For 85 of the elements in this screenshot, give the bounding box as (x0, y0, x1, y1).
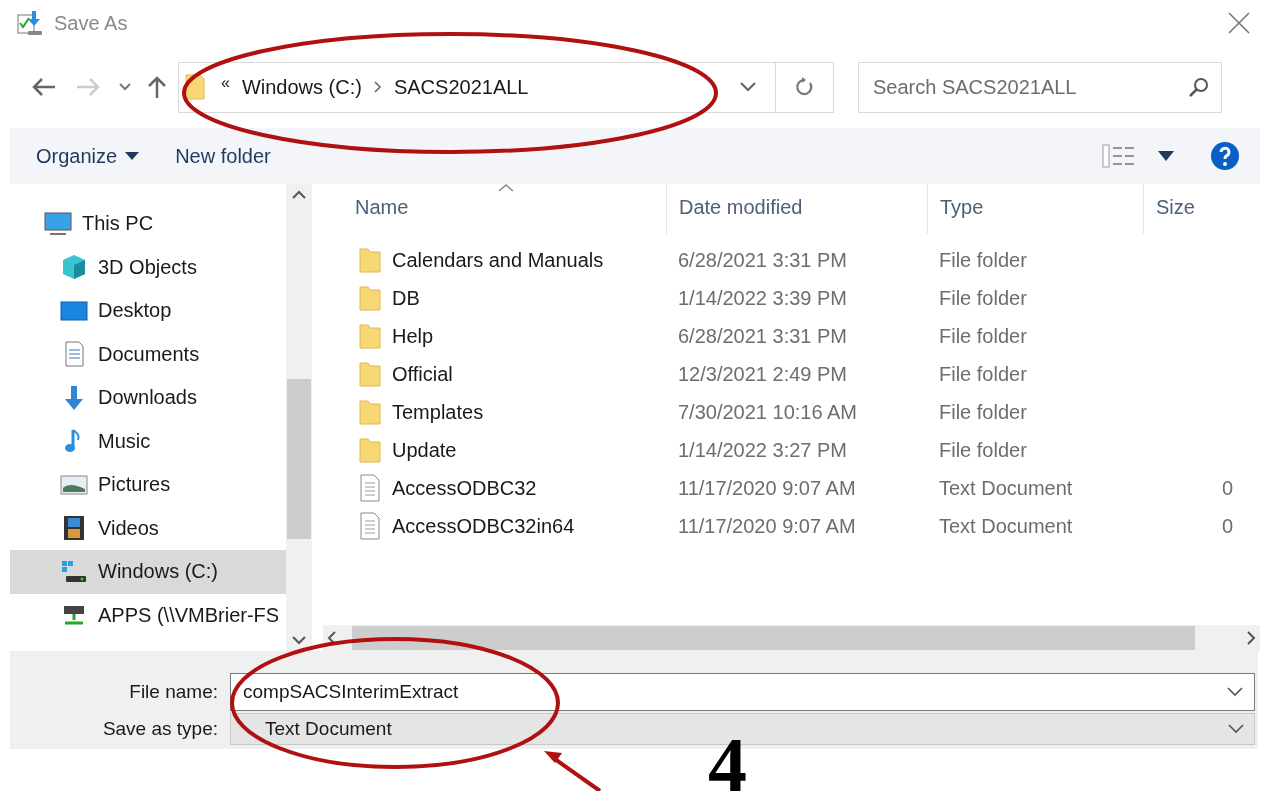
type-cell-text: File folder (938, 400, 1028, 424)
refresh-button[interactable] (776, 61, 834, 113)
sidebar-item[interactable]: 3D Objects (10, 245, 286, 289)
file-name-cell[interactable]: Update (323, 436, 666, 464)
view-options-icon[interactable] (1102, 144, 1136, 168)
column-header[interactable]: Date modified (666, 184, 927, 234)
chevron-down-icon (119, 83, 131, 91)
sidebar-item[interactable]: Downloads (10, 376, 286, 420)
arrow-left-icon (31, 77, 57, 97)
cube-icon (60, 253, 88, 282)
sidebar-item[interactable]: Documents (10, 332, 286, 376)
document-icon (358, 512, 382, 540)
column-header[interactable]: Size (1143, 184, 1260, 234)
arrow-up-icon (147, 75, 167, 99)
size-cell-text: 0 (1221, 476, 1235, 500)
help-icon[interactable] (1210, 141, 1240, 171)
arrow-right-icon (75, 77, 101, 97)
file-name-cell[interactable]: Templates (323, 398, 666, 426)
chevron-right-icon[interactable] (1246, 631, 1256, 645)
date-cell-text: 11/17/2020 9:07 AM (677, 514, 857, 538)
chevron-left-icon[interactable] (327, 631, 337, 645)
chevron-down-icon[interactable] (292, 635, 306, 645)
refresh-icon (794, 76, 815, 98)
toolbar-button[interactable]: New folder (175, 144, 271, 168)
field-label: File name: (128, 681, 218, 704)
date-cell-text: 6/28/2021 3:31 PM (677, 324, 848, 348)
size-cell-text: 0 (1221, 514, 1235, 538)
sidebar-item[interactable]: Pictures (10, 463, 286, 507)
file-name-cell[interactable]: Help (323, 322, 666, 350)
type-cell-text: File folder (938, 438, 1028, 462)
search-field[interactable]: Search SACS2021ALL (858, 61, 1222, 113)
monitor-icon (44, 209, 72, 238)
column-header[interactable]: Name (323, 184, 666, 234)
file-name-cell[interactable]: Calendars and Manuals (323, 246, 666, 274)
save-icon (16, 9, 44, 37)
folder-icon (358, 246, 382, 274)
type-cell-text: File folder (938, 362, 1028, 386)
sidebar-item[interactable]: Music (10, 419, 286, 463)
file-name-field[interactable]: compSACSInterimExtract (230, 673, 1255, 711)
chevron-down-icon[interactable] (1227, 687, 1243, 697)
scrollbar[interactable] (286, 184, 312, 651)
chevron-right-icon (373, 81, 382, 93)
date-cell-text: 1/14/2022 3:39 PM (677, 286, 848, 310)
file-name-cell[interactable]: AccessODBC32in64 (323, 512, 666, 540)
type-cell-text: File folder (938, 286, 1028, 310)
search-icon (1188, 75, 1210, 98)
overflow-chevron[interactable]: « (221, 74, 230, 92)
document-icon (358, 474, 382, 502)
type-cell-text: File folder (938, 248, 1028, 272)
sidebar-item[interactable]: APPS (\\VMBrier-FS (10, 593, 286, 637)
type-cell-text: Text Document (938, 476, 1074, 500)
chevron-down-icon[interactable] (739, 81, 757, 93)
close-icon[interactable] (1228, 12, 1250, 34)
breadcrumb[interactable]: SACS2021ALL (393, 75, 529, 99)
field-label: Save as type: (101, 718, 218, 740)
annotation-arrow (544, 751, 602, 791)
address-bar[interactable]: « Windows (C:) SACS2021ALL (178, 61, 776, 113)
window-title: Save As (54, 11, 128, 35)
file-name-cell[interactable]: Official (323, 360, 666, 388)
type-cell-text: File folder (938, 324, 1028, 348)
chevron-up-icon[interactable] (292, 190, 306, 200)
type-cell-text: Text Document (938, 514, 1074, 538)
menu-button[interactable]: Organize (36, 144, 140, 168)
sidebar-item[interactable]: Windows (C:) (10, 550, 286, 594)
caret-icon[interactable] (1158, 151, 1174, 161)
date-cell-text: 1/14/2022 3:27 PM (677, 438, 848, 462)
sidebar-item[interactable]: Videos (10, 506, 286, 550)
sidebar-item[interactable]: Desktop (10, 289, 286, 333)
chevron-down-icon (1228, 724, 1244, 734)
date-cell-text: 7/30/2021 10:16 AM (677, 400, 859, 424)
folder-icon (358, 322, 382, 350)
folder-icon (358, 284, 382, 312)
scrollbar[interactable] (323, 625, 1260, 651)
column-header[interactable]: Type (927, 184, 1143, 234)
date-cell-text: 11/17/2020 9:07 AM (677, 476, 857, 500)
file-name-cell[interactable]: DB (323, 284, 666, 312)
sidebar-item[interactable]: This PC (10, 202, 286, 246)
date-cell-text: 6/28/2021 3:31 PM (677, 248, 848, 272)
breadcrumb[interactable]: Windows (C:) (241, 75, 362, 99)
folder-icon (358, 436, 382, 464)
date-cell-text: 12/3/2021 2:49 PM (677, 362, 848, 386)
folder-icon (358, 360, 382, 388)
file-name-cell[interactable]: AccessODBC32 (323, 474, 666, 502)
folder-icon (358, 398, 382, 426)
caret-icon (125, 152, 140, 160)
